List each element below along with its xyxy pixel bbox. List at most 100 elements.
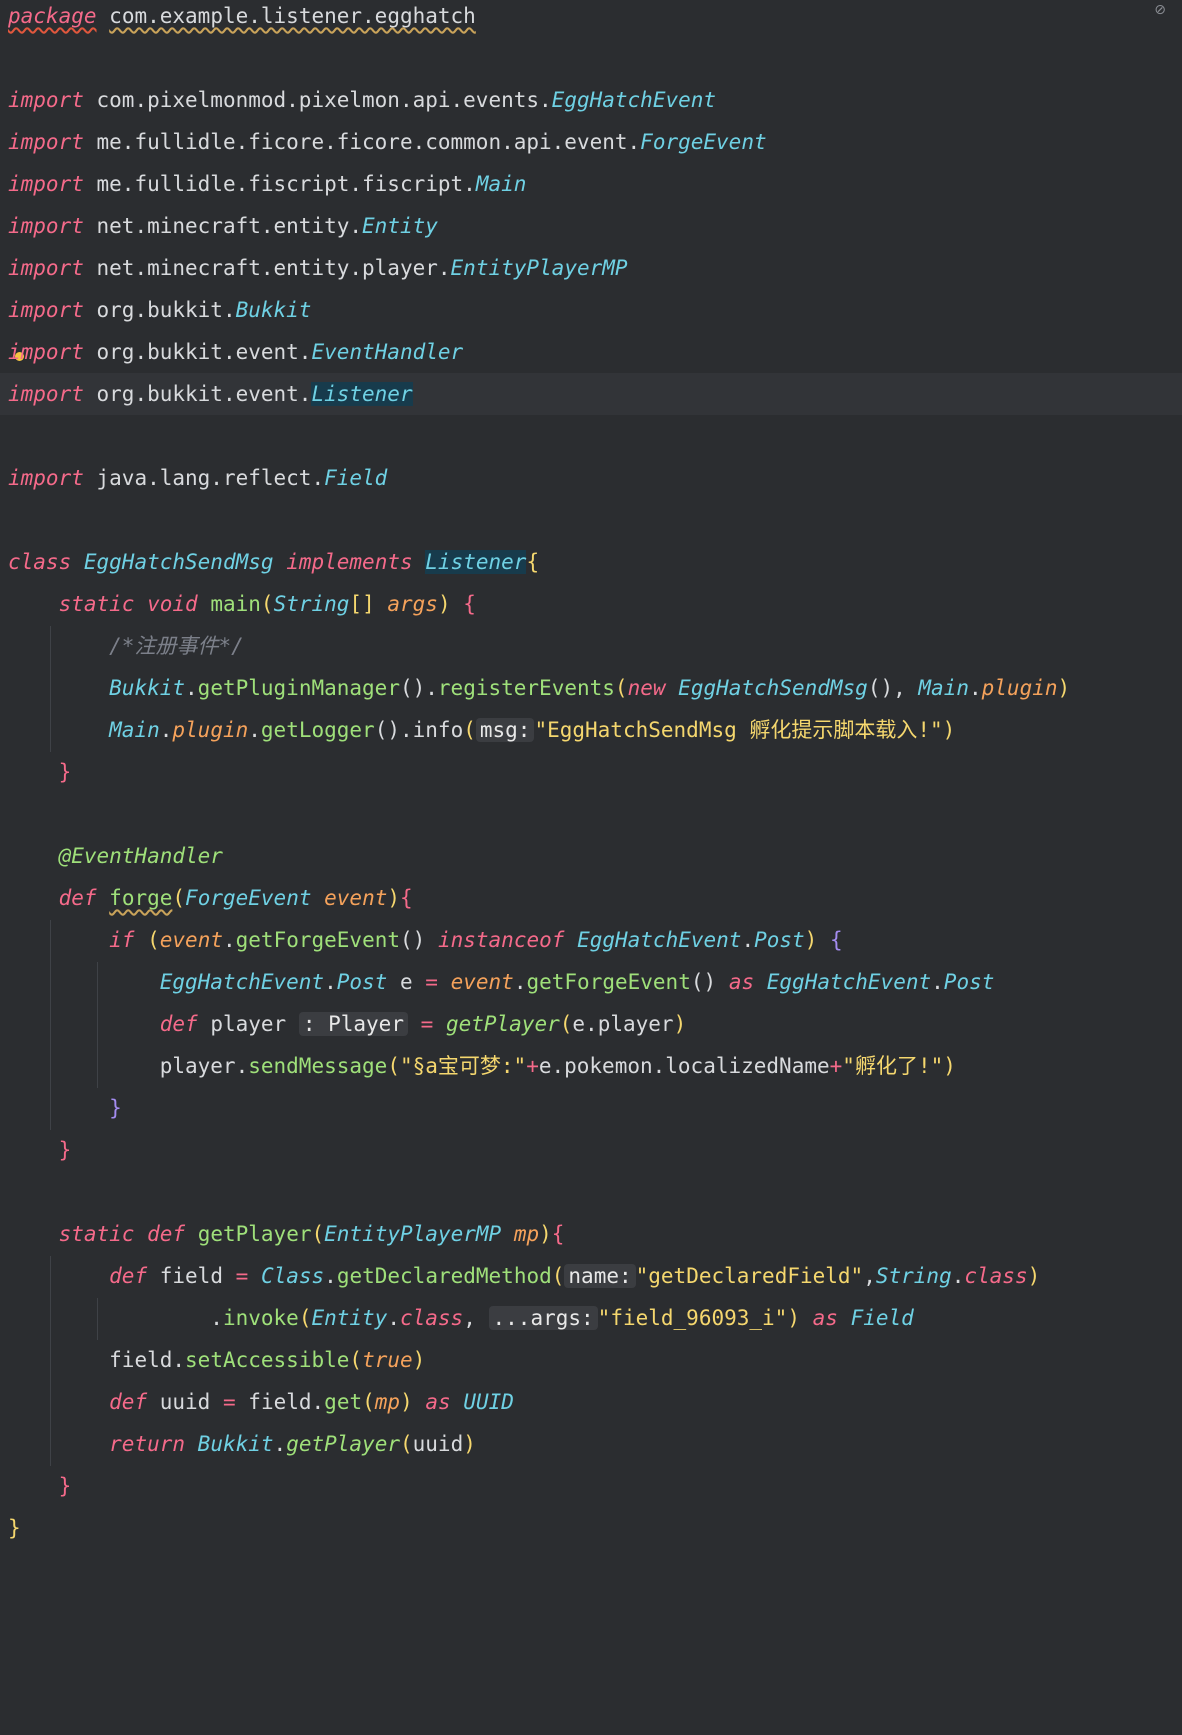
parameter: event — [450, 970, 514, 994]
parameter-hint: ...args: — [488, 1306, 598, 1330]
code-line-28[interactable]: } — [0, 1129, 1182, 1171]
code-line-30[interactable]: static def getPlayer(EntityPlayerMP mp){ — [0, 1213, 1182, 1255]
code-line-15[interactable]: static void main(String[] args) { — [0, 583, 1182, 625]
class-name: Post — [754, 928, 805, 952]
code-line-32[interactable]: .invoke(Entity.class, ...args: "field_960… — [0, 1297, 1182, 1339]
type-hint: : Player — [298, 1012, 408, 1036]
code-line-6[interactable]: import net.minecraft.entity.Entity — [0, 205, 1182, 247]
code-line-3[interactable]: import com.pixelmonmod.pixelmon.api.even… — [0, 79, 1182, 121]
package-path: com.example.listener.egghatch — [109, 4, 476, 28]
class-name: Main — [918, 676, 969, 700]
code-line-10[interactable]: import org.bukkit.event.Listener — [0, 373, 1182, 415]
code-line-18[interactable]: Main.plugin.getLogger().info(msg: "EggHat… — [0, 709, 1182, 751]
keyword: if — [109, 928, 135, 952]
method-name: getDeclaredMethod — [336, 1264, 552, 1288]
method-name: invoke — [222, 1306, 299, 1330]
string-literal: "孵化了!" — [842, 1054, 944, 1078]
method-name: getPluginManager — [197, 676, 400, 700]
paren: ) — [1057, 676, 1071, 700]
code-line-33[interactable]: field.setAccessible(true) — [0, 1339, 1182, 1381]
class-name: EggHatchEvent — [159, 970, 325, 994]
code-line-24[interactable]: EggHatchEvent.Post e = event.getForgeEve… — [0, 961, 1182, 1003]
class-name: EggHatchEvent — [551, 88, 717, 112]
code-line-7[interactable]: import net.minecraft.entity.player.Entit… — [0, 247, 1182, 289]
method-name: getLogger — [260, 718, 375, 742]
paren: () — [690, 970, 717, 994]
string-literal: "EggHatchSendMsg 孵化提示脚本载入!" — [534, 718, 943, 742]
code-line-5[interactable]: import me.fullidle.fiscript.fiscript.Mai… — [0, 163, 1182, 205]
keyword: as — [425, 1390, 451, 1414]
brace: } — [58, 1474, 72, 1498]
package-path: net.minecraft.entity. — [96, 214, 363, 238]
code-line-27[interactable]: } — [0, 1087, 1182, 1129]
dot: . — [387, 1306, 400, 1330]
paren: ( — [399, 1432, 413, 1456]
dot: . — [159, 718, 173, 742]
paren: ) — [437, 592, 451, 616]
paren: ) — [787, 1306, 800, 1330]
code-line-12[interactable]: import java.lang.reflect.Field — [0, 457, 1182, 499]
expression: e.pokemon.localizedName — [538, 1054, 830, 1078]
dot: . — [951, 1264, 965, 1288]
keyword: import — [8, 88, 84, 112]
package-path: org.bukkit.event. — [96, 340, 312, 364]
code-line-34[interactable]: def uuid = field.get(mp) as UUID — [0, 1381, 1182, 1423]
class-name: Class — [260, 1264, 325, 1288]
paren: ) — [673, 1012, 687, 1036]
code-line-17[interactable]: Bukkit.getPluginManager().registerEvents… — [0, 667, 1182, 709]
class-name: Entity — [311, 1306, 388, 1330]
code-line-19[interactable]: } — [0, 751, 1182, 793]
paren: ( — [614, 676, 628, 700]
dot: . — [931, 970, 944, 994]
class-name: Listener — [425, 550, 527, 574]
code-editor[interactable]: ⊘ package com.example.listener.egghatch … — [0, 0, 1182, 1735]
dot: . — [311, 1390, 325, 1414]
code-line-9[interactable]: import org.bukkit.event.EventHandler — [0, 331, 1182, 373]
class-name: Bukkit — [197, 1432, 274, 1456]
paren: (). — [399, 676, 438, 700]
code-line-22[interactable]: def forge(ForgeEvent event){ — [0, 877, 1182, 919]
annotation: @EventHandler — [58, 844, 223, 868]
code-line-25[interactable]: def player : Player = getPlayer(e.player… — [0, 1003, 1182, 1045]
class-name: Post — [336, 970, 388, 994]
paren: ( — [147, 928, 160, 952]
brace: } — [8, 1516, 21, 1540]
package-path: org.bukkit. — [96, 298, 236, 322]
dot: . — [741, 928, 755, 952]
operator: = — [235, 1264, 249, 1288]
code-line-4[interactable]: import me.fullidle.ficore.ficore.common.… — [0, 121, 1182, 163]
class-name: Field — [324, 466, 388, 490]
parameter: mp — [374, 1390, 401, 1414]
dot: . — [324, 1264, 337, 1288]
function-name: main — [210, 592, 261, 616]
code-line-21[interactable]: @EventHandler — [0, 835, 1182, 877]
brace: { — [829, 928, 843, 952]
class-name: Main — [109, 718, 160, 742]
brace: } — [109, 1096, 122, 1120]
code-line-26[interactable]: player.sendMessage("§a宝可梦:"+e.pokemon.lo… — [0, 1045, 1182, 1087]
package-path: me.fullidle.fiscript.fiscript. — [96, 172, 476, 196]
code-line-36[interactable]: } — [0, 1465, 1182, 1507]
paren: ( — [172, 886, 186, 910]
code-line-37[interactable]: } — [0, 1507, 1182, 1549]
brace: } — [58, 1138, 72, 1162]
function-name: forge — [109, 886, 173, 910]
code-line-35[interactable]: return Bukkit.getPlayer(uuid) — [0, 1423, 1182, 1465]
keyword: import — [8, 130, 84, 154]
code-line-8[interactable]: import org.bukkit.Bukkit — [0, 289, 1182, 331]
code-line-31[interactable]: def field = Class.getDeclaredMethod(name… — [0, 1255, 1182, 1297]
literal: true — [362, 1348, 413, 1372]
operator: = — [222, 1390, 236, 1414]
code-line-16[interactable]: /*注册事件*/ — [0, 625, 1182, 667]
string-literal: "field_96093_i" — [597, 1306, 788, 1330]
code-line-1[interactable]: package com.example.listener.egghatch — [0, 0, 1182, 37]
class-name: Entity — [362, 214, 438, 238]
parameter: mp — [513, 1222, 540, 1246]
class-name: Field — [850, 1306, 914, 1330]
code-line-14[interactable]: class EggHatchSendMsg implements Listene… — [0, 541, 1182, 583]
class-name: ForgeEvent — [640, 130, 767, 154]
keyword: return — [109, 1432, 186, 1456]
string-literal: "getDeclaredField" — [635, 1264, 864, 1288]
code-line-23[interactable]: if (event.getForgeEvent() instanceof Egg… — [0, 919, 1182, 961]
class-name: Main — [475, 172, 527, 196]
